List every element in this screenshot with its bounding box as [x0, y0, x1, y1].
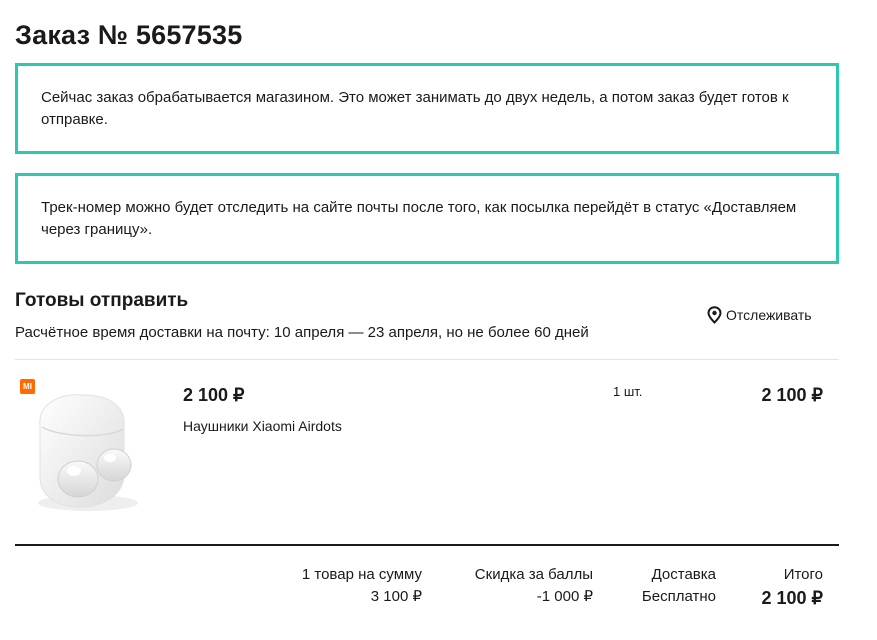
item-price: 2 100 ₽: [183, 385, 245, 405]
item-quantity: 1 шт.: [613, 384, 643, 399]
location-pin-icon: [707, 306, 722, 324]
item-name-link[interactable]: Наушники Xiaomi Airdots: [183, 416, 342, 436]
product-image[interactable]: [28, 385, 146, 517]
item-total: 2 100 ₽: [761, 385, 824, 405]
summary-delivery-value: Бесплатно: [641, 588, 716, 605]
summary-delivery: Доставка Бесплатно: [642, 564, 716, 608]
track-link-label: Отслеживать: [726, 307, 812, 323]
summary-items-value: 3 100 ₽: [370, 588, 422, 605]
summary-discount-label: Скидка за баллы: [474, 566, 593, 583]
tracking-notice-text: Трек-номер можно будет отследить на сайт…: [41, 198, 797, 238]
divider: [15, 359, 839, 360]
processing-notice: Сейчас заказ обрабатывается магазином. Э…: [15, 63, 839, 154]
shipment-title: Готовы отправить: [15, 290, 189, 311]
order-page: Заказ № 5657535 Сейчас заказ обрабатывае…: [0, 0, 877, 640]
processing-notice-text: Сейчас заказ обрабатывается магазином. Э…: [41, 88, 789, 128]
summary-items-label: 1 товар на сумму: [301, 566, 422, 583]
summary-discount: Скидка за баллы -1 000 ₽: [475, 564, 593, 608]
summary-total-value: 2 100 ₽: [761, 588, 824, 608]
page-title: Заказ № 5657535: [15, 20, 243, 50]
delivery-time-text: Расчётное время доставки на почту: 10 ап…: [15, 324, 589, 341]
summary-total-label: Итого: [783, 566, 823, 583]
summary-total: Итого 2 100 ₽: [762, 564, 824, 610]
summary-items: 1 товар на сумму 3 100 ₽: [302, 564, 422, 608]
track-link[interactable]: Отслеживать: [707, 305, 812, 325]
summary-divider: [15, 544, 839, 546]
summary-delivery-label: Доставка: [651, 566, 716, 583]
summary-discount-value: -1 000 ₽: [536, 588, 593, 605]
tracking-notice: Трек-номер можно будет отследить на сайт…: [15, 173, 839, 264]
